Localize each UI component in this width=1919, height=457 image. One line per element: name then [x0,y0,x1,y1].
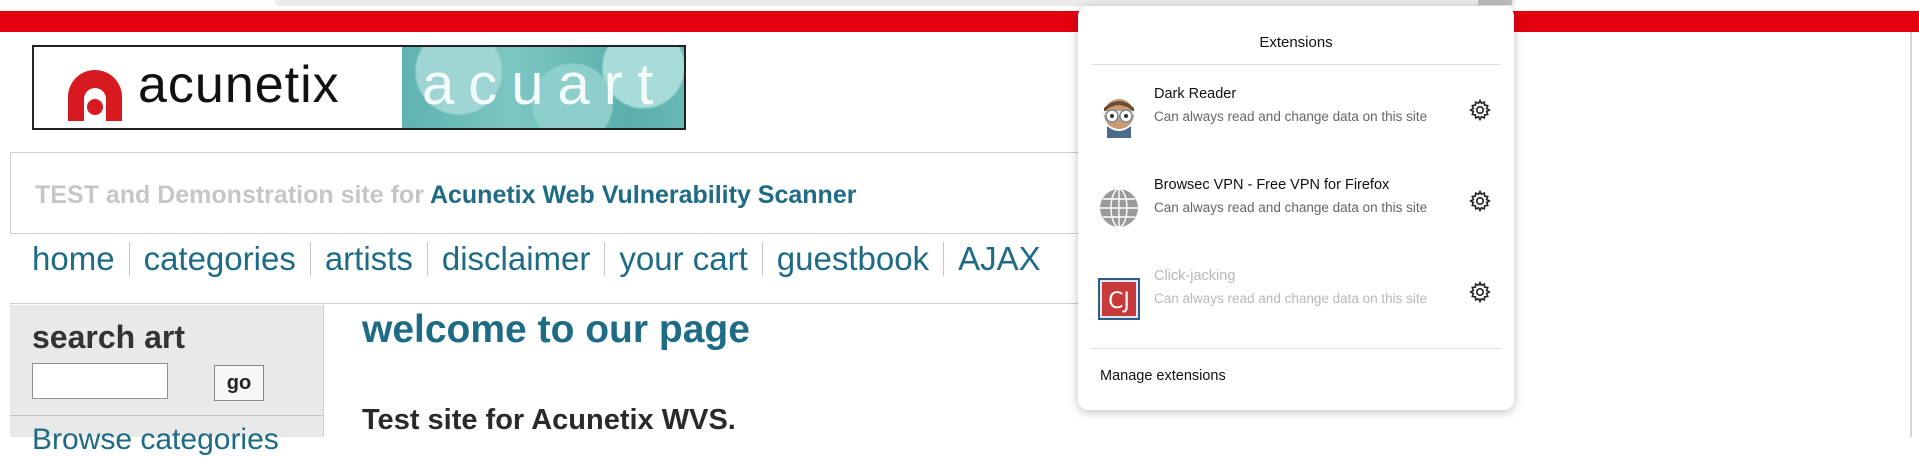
nav-separator [604,242,606,276]
nav-home[interactable]: home [32,240,115,278]
nav-artists[interactable]: artists [325,240,413,278]
search-input[interactable] [32,363,168,399]
search-art-heading: search art [32,319,185,355]
gear-icon[interactable] [1468,280,1492,304]
go-button[interactable]: go [214,365,264,401]
logo-art-text: acuart [422,52,668,117]
extension-permission: Can always read and change data on this … [1154,200,1428,215]
main-nav: home categories artists disclaimer your … [32,237,1041,281]
page-title: welcome to our page [362,308,750,351]
extension-name: Dark Reader [1154,86,1237,102]
browse-categories-link[interactable]: Browse categories [32,423,279,457]
nav-separator [943,242,945,276]
extension-permission: Can always read and change data on this … [1154,291,1428,306]
tagline-prefix: TEST and Demonstration site for [35,181,430,209]
nav-disclaimer[interactable]: disclaimer [442,240,591,278]
site-header-bar [0,11,1919,32]
nav-separator [309,242,311,276]
extensions-toolbar-button[interactable] [1478,0,1512,5]
tagline-text: TEST and Demonstration site for Acunetix… [35,181,856,210]
panel-divider [1092,64,1500,65]
gear-icon[interactable] [1468,98,1492,122]
nav-guestbook[interactable]: guestbook [777,240,929,278]
sidebar-divider [10,415,323,416]
extension-name: Browsec VPN - Free VPN for Firefox [1154,177,1390,193]
cj-icon: CJ [1098,278,1140,320]
nav-separator [761,242,763,276]
dark-reader-icon [1103,99,1135,138]
acuart-banner: acuart [402,47,684,128]
extension-item-dark-reader[interactable]: Dark Reader Can always read and change d… [1078,86,1514,164]
extension-permission: Can always read and change data on this … [1154,109,1428,124]
panel-title: Extensions [1259,34,1333,51]
extensions-panel: Extensions Dark Reader Can always read a… [1078,6,1514,410]
intro-heading: Test site for Acunetix WVS. [362,404,736,436]
nav-separator [128,242,130,276]
gear-icon[interactable] [1468,189,1492,213]
extension-name: Click-jacking [1154,268,1236,284]
nav-your-cart[interactable]: your cart [619,240,747,278]
sidebar: search art go Browse categories [10,305,324,456]
cj-icon-text: CJ [1108,289,1130,314]
globe-icon [1100,188,1138,228]
nav-ajax[interactable]: AJAX [958,240,1041,278]
extension-item-click-jacking[interactable]: CJ Click-jacking Can always read and cha… [1078,268,1514,346]
page-edge [1910,32,1912,437]
extension-item-browsec-vpn[interactable]: Browsec VPN - Free VPN for Firefox Can a… [1078,177,1514,255]
nav-divider [10,303,1100,304]
manage-extensions-link[interactable]: Manage extensions [1100,368,1226,384]
site-logo[interactable]: acunetix acuart [32,45,686,130]
panel-divider [1092,348,1500,349]
acunetix-mark-icon [68,70,122,121]
tagline-highlight[interactable]: Acunetix Web Vulnerability Scanner [430,181,857,209]
nav-separator [426,242,428,276]
logo-brand-text: acunetix [138,56,340,114]
acunetix-logo: acunetix [34,47,402,128]
tagline: TEST and Demonstration site for Acunetix… [10,152,1120,234]
nav-categories[interactable]: categories [144,240,296,278]
